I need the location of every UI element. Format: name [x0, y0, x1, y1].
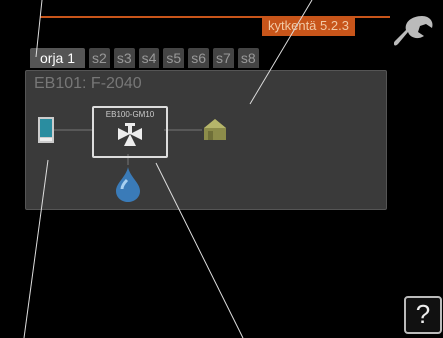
screen: kytkentä 5.2.3 orja 1 s2 s3 s4 s5 s6 s7 …	[0, 0, 443, 338]
help-button[interactable]: ?	[404, 296, 442, 334]
callout-lines	[23, 0, 313, 338]
